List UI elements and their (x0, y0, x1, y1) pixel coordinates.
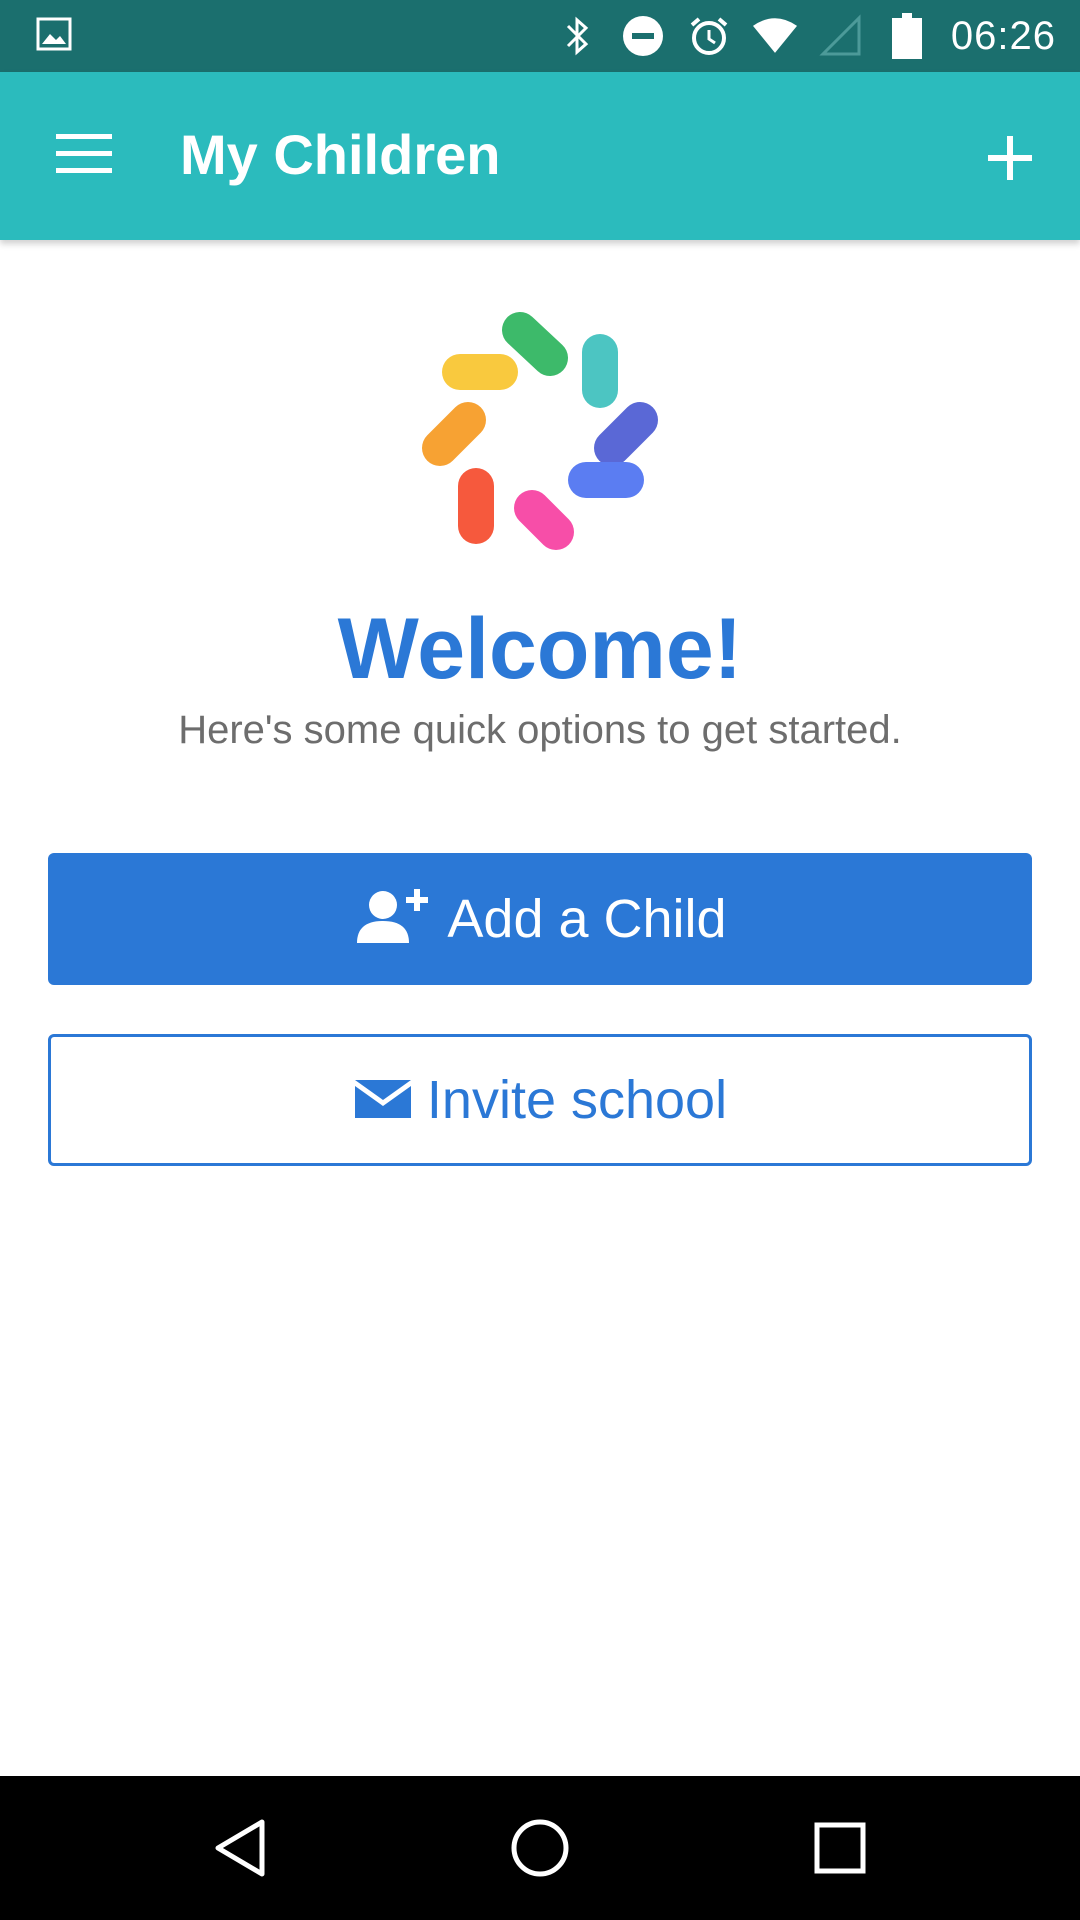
colorful-pinwheel-logo (400, 300, 680, 580)
welcome-heading: Welcome! (337, 601, 743, 697)
status-bar: 06:26 (0, 0, 1080, 72)
recents-icon[interactable] (804, 1812, 876, 1884)
add-child-button[interactable]: Add a Child (48, 853, 1032, 985)
battery-icon (885, 13, 929, 59)
invite-school-button[interactable]: Invite school (48, 1034, 1032, 1166)
add-child-label: Add a Child (447, 889, 727, 949)
wifi-icon (752, 14, 797, 58)
navigation-bar (0, 1776, 1080, 1920)
do-not-disturb-icon (621, 14, 665, 58)
alarm-icon (687, 14, 731, 58)
status-time: 06:26 (950, 13, 1056, 58)
app-bar: My Children (0, 72, 1080, 240)
cell-signal-icon (819, 14, 863, 58)
page-title: My Children (180, 123, 501, 186)
envelope-icon (353, 1076, 413, 1125)
back-icon[interactable] (204, 1812, 276, 1884)
hamburger-menu-icon[interactable] (44, 124, 124, 184)
plus-icon[interactable] (980, 128, 1040, 188)
home-icon[interactable] (504, 1812, 576, 1884)
bluetooth-icon (555, 14, 599, 58)
invite-school-label: Invite school (426, 1070, 728, 1130)
welcome-subtitle: Here's some quick options to get started… (178, 708, 902, 752)
image-icon (36, 16, 76, 56)
status-icons: 06:26 (555, 0, 1056, 72)
add-user-icon (353, 887, 433, 952)
